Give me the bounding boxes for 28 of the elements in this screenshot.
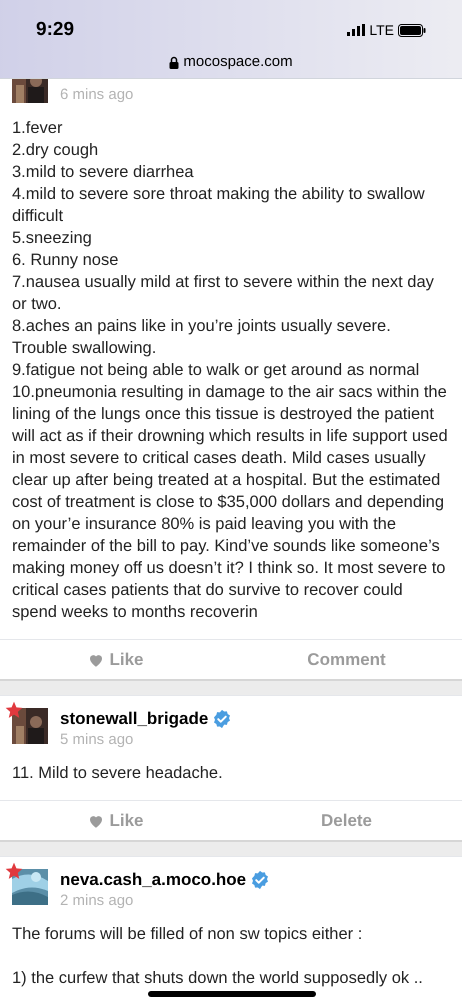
post-text: 11. Mild to severe headache. [12, 763, 224, 784]
post-text: 4.mild to severe sore throat making the ability to swallow difficult [12, 184, 426, 227]
action-button[interactable]: Delete [231, 801, 462, 840]
post-time: 6 mins ago [60, 85, 134, 105]
signal-icon [347, 24, 366, 36]
battery-icon [398, 24, 426, 36]
like-button[interactable]: Like [0, 801, 231, 840]
lock-icon [169, 56, 180, 68]
post-text: 8.aches an pains like in you’re joints usually severe. Trouble swallowing. [12, 316, 392, 359]
username[interactable]: neva.cash_a.moco.hoe [60, 869, 246, 891]
post-text: 2.dry cough [12, 140, 100, 161]
post-time: 2 mins ago [60, 891, 134, 911]
post-text: 5.sneezing [12, 228, 93, 249]
url-text[interactable]: mocospace.com [183, 50, 293, 74]
post-text: 10.pneumonia resulting in damage to the air sacs within the lining of the lungs once this tissue is destroyed the patient will act as if their drowning which results in life support used in most severe to critical cases death. Mild cases usually clear up after being treated at a hospital. But the estimated cost of treatment is close to $35,000 dollars and depending on your’e insurance 80% is paid leaving you with the remainder of the bill to pay. Kind’ve sounds like someone’s making money off us doesn’t it? I think so. It most severe to critical cases patients that do survive to recover could spend weeks to months recoverin [12, 382, 449, 623]
status-time: 9:29 [36, 18, 74, 42]
post-time: 5 mins ago [60, 730, 134, 750]
network-label: LTE [369, 20, 394, 40]
username[interactable]: stonewall_brigade [60, 708, 208, 730]
post-text: 1.fever [12, 118, 64, 139]
post-text: 1) the curfew that shuts down the world supposedly ok .. [12, 968, 424, 989]
post-text: The forums will be filled of non sw topics either : [12, 924, 364, 945]
like-button[interactable]: Like [0, 640, 231, 679]
action-button[interactable]: Comment [231, 640, 462, 679]
post-text: 7.nausea usually mild at first to severe within the next day or two. [12, 272, 435, 315]
post-text: 9.fatigue not being able to walk or get around as normal [12, 360, 420, 381]
post-text: 6. Runny nose [12, 250, 120, 271]
post-text: 3.mild to severe diarrhea [12, 162, 195, 183]
